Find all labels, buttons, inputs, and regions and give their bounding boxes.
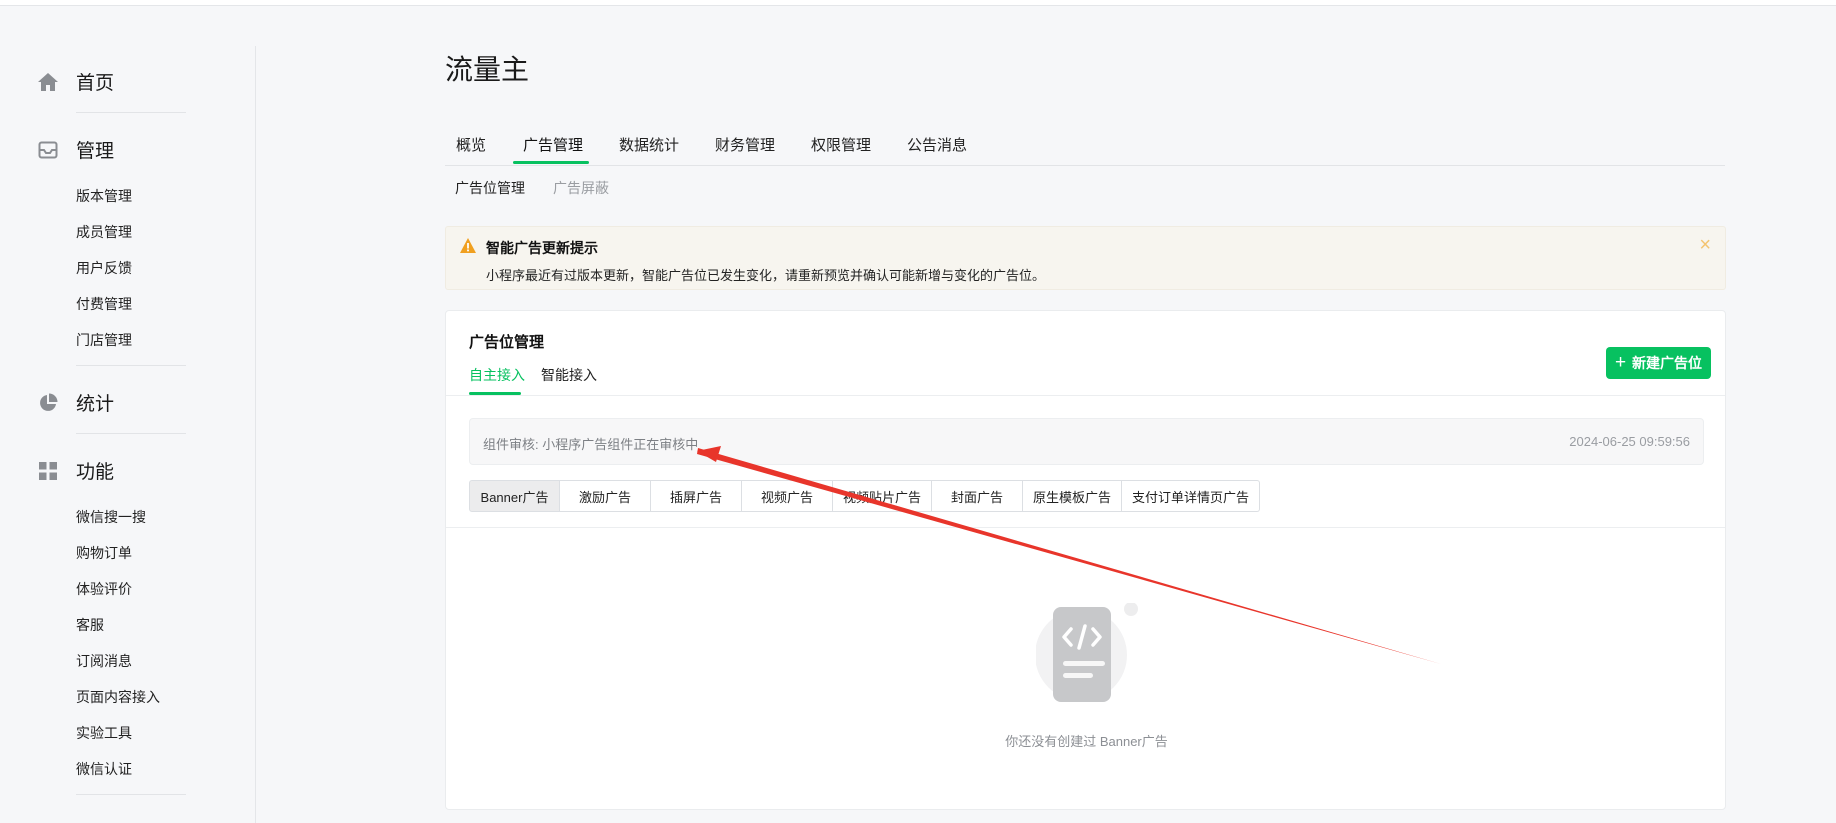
sidebar: 首页 管理 版本管理 成员管理 用户反馈 付费管理 门店管理 统计 功能 微信搜… (0, 6, 256, 823)
sidebar-section-label: 统计 (76, 394, 115, 415)
sidebar-section-home[interactable]: 首页 (36, 68, 114, 95)
code-file-icon (1035, 602, 1146, 718)
sidebar-item-feedback[interactable]: 用户反馈 (76, 258, 132, 278)
page-title: 流量主 (445, 54, 530, 85)
grid-icon (36, 459, 60, 483)
top-bar (0, 0, 1836, 6)
sidebar-item-customer-service[interactable]: 客服 (76, 615, 104, 635)
sidebar-item-experiment-tools[interactable]: 实验工具 (76, 723, 132, 743)
notice-title: 智能广告更新提示 (486, 240, 598, 256)
sidebar-item-wechat-search[interactable]: 微信搜一搜 (76, 507, 146, 527)
sidebar-section-stats[interactable]: 统计 (36, 389, 114, 416)
notice-text: 小程序最近有过版本更新，智能广告位已发生变化，请重新预览并确认可能新增与变化的广… (486, 268, 1046, 283)
review-timestamp: 2024-06-25 09:59:56 (1569, 434, 1690, 449)
sidebar-item-certification[interactable]: 微信认证 (76, 759, 132, 779)
sidebar-divider (255, 46, 256, 823)
sidebar-item-subscriptions[interactable]: 订阅消息 (76, 651, 132, 671)
subtab-ad-slot-management[interactable]: 广告位管理 (455, 178, 525, 198)
divider (76, 794, 186, 795)
divider (76, 433, 186, 434)
sidebar-section-label: 功能 (76, 462, 115, 483)
sidebar-section-features[interactable]: 功能 (36, 457, 114, 484)
ad-slot-card: 广告位管理 自主接入 智能接入 + 新建广告位 组件审核: 小程序广告组件正在审… (445, 310, 1726, 810)
ad-type-video-preroll[interactable]: 视频贴片广告 (833, 480, 932, 512)
divider (76, 365, 186, 366)
plus-icon: + (1614, 352, 1627, 373)
ad-type-banner[interactable]: Banner广告 (469, 480, 560, 512)
tab-finance[interactable]: 财务管理 (715, 134, 775, 155)
inbox-icon (36, 138, 60, 162)
sidebar-item-shopping-orders[interactable]: 购物订单 (76, 543, 132, 563)
review-status-bar: 组件审核: 小程序广告组件正在审核中 2024-06-25 09:59:56 (469, 418, 1704, 465)
card-title: 广告位管理 (469, 334, 545, 351)
ad-type-native-template[interactable]: 原生模板广告 (1023, 480, 1122, 512)
ad-type-payment-detail[interactable]: 支付订单详情页广告 (1122, 480, 1260, 512)
tab-self-access[interactable]: 自主接入 (469, 365, 525, 385)
tab-smart-access[interactable]: 智能接入 (541, 365, 597, 385)
tab-ad-management[interactable]: 广告管理 (523, 134, 583, 155)
sidebar-item-reviews[interactable]: 体验评价 (76, 579, 132, 599)
new-ad-slot-label: 新建广告位 (1632, 355, 1703, 371)
subtab-ad-blocking[interactable]: 广告屏蔽 (553, 178, 609, 198)
warning-icon (459, 237, 477, 259)
pie-chart-icon (36, 391, 60, 415)
new-ad-slot-button[interactable]: + 新建广告位 (1606, 347, 1711, 379)
sidebar-section-label: 首页 (76, 73, 115, 94)
active-tab-indicator (513, 161, 589, 164)
sidebar-section-manage[interactable]: 管理 (36, 136, 114, 163)
tab-data-stats[interactable]: 数据统计 (619, 134, 679, 155)
ad-type-rewarded[interactable]: 激励广告 (560, 480, 651, 512)
divider (76, 112, 186, 113)
tab-overview[interactable]: 概览 (456, 134, 486, 155)
sidebar-item-content-access[interactable]: 页面内容接入 (76, 687, 160, 707)
divider (446, 395, 1725, 396)
tab-announcements[interactable]: 公告消息 (907, 134, 967, 155)
empty-state-text: 你还没有创建过 Banner广告 (1005, 734, 1168, 749)
divider (446, 527, 1725, 528)
sidebar-item-payment[interactable]: 付费管理 (76, 294, 132, 314)
sidebar-section-label: 管理 (76, 141, 115, 162)
main-tabs: 概览 广告管理 数据统计 财务管理 权限管理 公告消息 (445, 124, 1725, 166)
update-notice: 智能广告更新提示 小程序最近有过版本更新，智能广告位已发生变化，请重新预览并确认… (445, 226, 1726, 290)
sidebar-item-members[interactable]: 成员管理 (76, 222, 132, 242)
tab-permissions[interactable]: 权限管理 (811, 134, 871, 155)
ad-type-cover[interactable]: 封面广告 (932, 480, 1023, 512)
home-icon (36, 70, 60, 94)
ad-type-segmented-control: Banner广告 激励广告 插屏广告 视频广告 视频贴片广告 封面广告 原生模板… (469, 480, 1260, 512)
ad-type-video[interactable]: 视频广告 (742, 480, 833, 512)
review-status-text: 组件审核: 小程序广告组件正在审核中 (483, 437, 699, 452)
ad-type-interstitial[interactable]: 插屏广告 (651, 480, 742, 512)
sidebar-item-version[interactable]: 版本管理 (76, 186, 132, 206)
close-icon[interactable]: × (1699, 235, 1711, 255)
sidebar-item-store[interactable]: 门店管理 (76, 330, 132, 350)
